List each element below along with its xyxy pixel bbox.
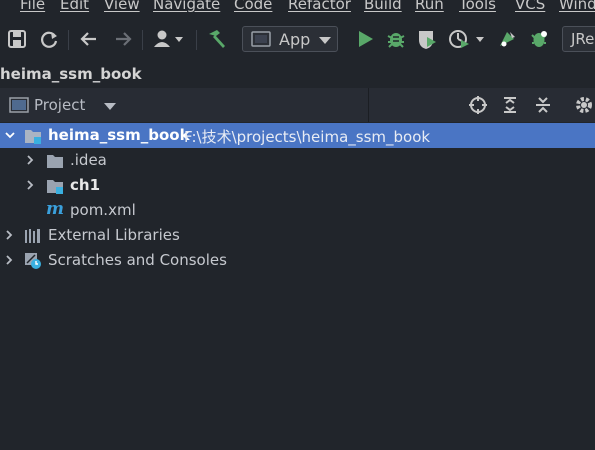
tree-item-label: .idea — [70, 151, 107, 169]
toolbar-separator — [68, 30, 69, 50]
chevron-right-icon[interactable] — [3, 254, 15, 266]
back-arrow-icon[interactable] — [78, 28, 100, 50]
jre-selector[interactable]: JRe — [562, 26, 595, 52]
tree-row-external-libraries[interactable]: External Libraries — [0, 223, 595, 248]
menu-vcs[interactable]: VCS — [515, 0, 545, 13]
toolbar-separator — [196, 30, 197, 50]
menu-refactor[interactable]: Refactor — [288, 0, 351, 13]
chevron-right-icon[interactable] — [24, 154, 36, 166]
chevron-down-icon[interactable] — [104, 101, 116, 111]
menu-file[interactable]: File — [20, 0, 45, 13]
breadcrumb-project[interactable]: heima_ssm_book — [0, 65, 142, 83]
menu-window[interactable]: Wind — [559, 0, 595, 13]
menu-bar: File Edit View Navigate Code Refactor Bu… — [0, 0, 595, 16]
chevron-down-icon[interactable] — [4, 129, 16, 141]
tree-row-idea[interactable]: .idea — [0, 148, 595, 173]
chevron-right-icon[interactable] — [3, 229, 15, 241]
tree-row-root[interactable]: heima_ssm_book F:\技术\projects\heima_ssm_… — [0, 123, 595, 148]
header-divider — [368, 88, 369, 122]
tree-row-ch1[interactable]: ch1 — [0, 173, 595, 198]
scratches-icon — [25, 253, 41, 269]
update-icon[interactable] — [496, 28, 518, 50]
toolbar-separator — [142, 30, 143, 50]
run-icon[interactable] — [354, 28, 376, 50]
breadcrumb: heima_ssm_book — [0, 64, 595, 89]
project-tool-window-header: Project — [0, 88, 595, 122]
run-configuration-selector[interactable]: App — [242, 26, 338, 52]
run-config-icon — [251, 31, 271, 47]
module-folder-icon — [47, 180, 63, 194]
main-toolbar: App JRe — [0, 16, 595, 64]
jre-label: JRe — [571, 30, 595, 48]
expand-all-icon[interactable] — [500, 95, 520, 115]
menu-edit[interactable]: Edit — [60, 0, 89, 13]
locate-icon[interactable] — [468, 95, 488, 115]
settings-icon[interactable] — [574, 95, 594, 115]
project-view-label[interactable]: Project — [34, 96, 85, 114]
menu-build[interactable]: Build — [364, 0, 402, 13]
tree-item-label: ch1 — [70, 176, 101, 194]
debug-icon[interactable] — [385, 28, 407, 50]
deploy-icon[interactable] — [528, 28, 550, 50]
collapse-all-icon[interactable] — [533, 95, 553, 115]
chevron-right-icon[interactable] — [24, 179, 36, 191]
save-icon[interactable] — [6, 28, 28, 50]
folder-icon — [47, 155, 63, 168]
tree-item-label: pom.xml — [70, 201, 136, 219]
project-path: F:\技术\projects\heima_ssm_book — [184, 128, 431, 146]
tree-row-pom[interactable]: m pom.xml — [0, 198, 595, 223]
library-icon — [25, 229, 40, 243]
forward-arrow-icon[interactable] — [112, 28, 134, 50]
project-name: heima_ssm_book — [48, 126, 190, 144]
module-folder-icon — [25, 130, 41, 144]
profile-icon[interactable] — [448, 28, 488, 50]
maven-icon: m — [46, 199, 64, 219]
build-hammer-icon[interactable] — [206, 28, 228, 50]
coverage-icon[interactable] — [416, 28, 438, 50]
menu-run[interactable]: Run — [415, 0, 444, 13]
run-config-label: App — [279, 30, 311, 49]
tree-item-label: Scratches and Consoles — [48, 251, 227, 269]
menu-tools[interactable]: Tools — [459, 0, 496, 13]
project-tree: heima_ssm_book F:\技术\projects\heima_ssm_… — [0, 122, 595, 450]
menu-navigate[interactable]: Navigate — [153, 0, 220, 13]
tree-item-label: External Libraries — [48, 226, 180, 244]
chevron-down-icon — [319, 37, 331, 44]
tree-row-scratches[interactable]: Scratches and Consoles — [0, 248, 595, 273]
sync-icon[interactable] — [38, 28, 60, 50]
project-view-icon — [9, 97, 29, 113]
menu-code[interactable]: Code — [234, 0, 272, 13]
menu-view[interactable]: View — [104, 0, 140, 13]
user-icon[interactable] — [152, 28, 186, 50]
